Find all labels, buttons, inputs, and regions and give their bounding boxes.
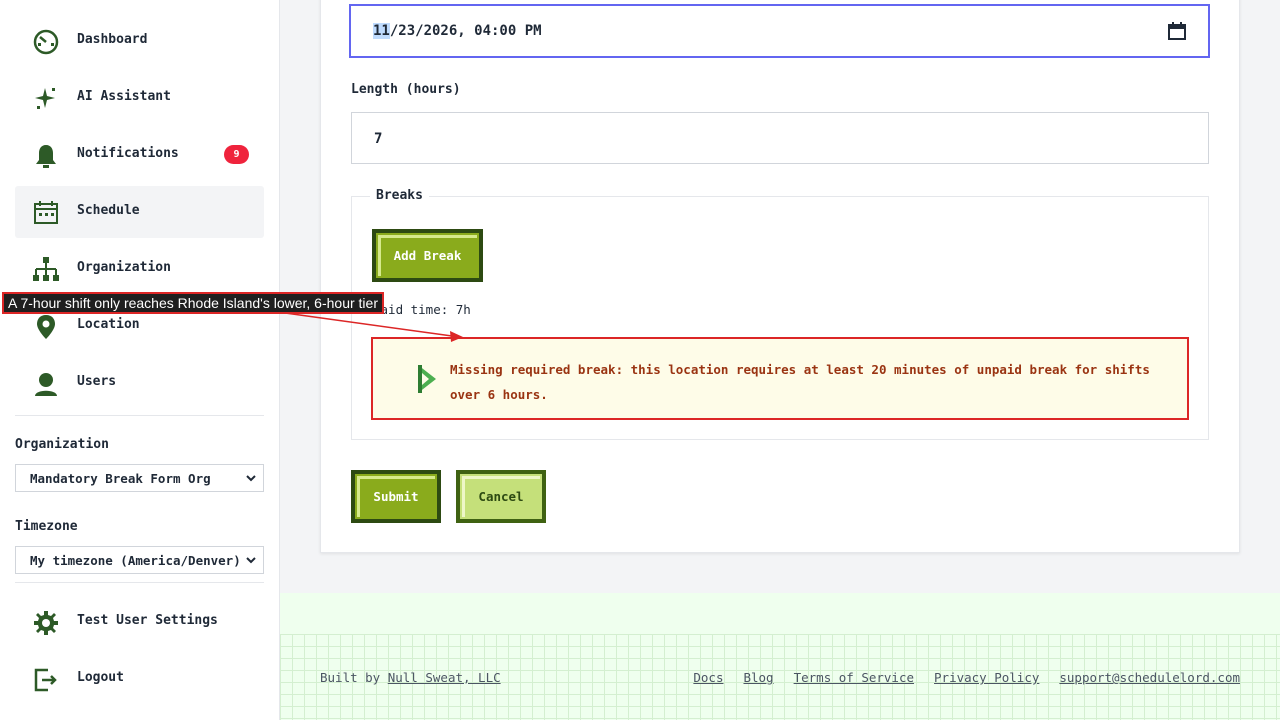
logout-link[interactable]: Logout [15,653,264,705]
calendar-picker-icon[interactable] [1168,22,1186,44]
length-input[interactable]: 7 [351,112,1209,164]
footer-link-privacy[interactable]: Privacy Policy [934,670,1039,685]
footer-link-blog[interactable]: Blog [743,670,773,685]
submit-button[interactable]: Submit [351,470,441,523]
chevron-down-icon [245,554,257,569]
org-chart-icon [32,256,60,284]
sparkle-icon [32,85,60,113]
logout-icon [32,666,60,694]
sidebar-divider [15,415,264,416]
user-icon [32,370,60,398]
footer-link-support-email[interactable]: support@schedulelord.com [1059,670,1240,685]
datetime-value: 11/23/2026, 04:00 PM [373,23,542,39]
sidebar-item-label: Schedule [77,203,140,218]
footer-credit: Built by Null Sweat, LLC [320,670,501,685]
paid-time-text: Paid time: 7h [373,302,471,317]
bell-icon [32,142,60,170]
built-by-prefix: Built by [320,670,388,685]
organization-label: Organization [15,437,109,452]
footer-links: Docs Blog Terms of Service Privacy Polic… [693,670,1240,685]
missing-break-alert: Missing required break: this location re… [371,337,1189,420]
datetime-rest: /23/2026, 04:00 PM [389,23,542,39]
alert-message: Missing required break: this location re… [450,362,1150,402]
calendar-icon [32,199,60,227]
sidebar-item-ai-assistant[interactable]: AI Assistant [15,72,264,124]
datetime-month-segment[interactable]: 11 [373,23,390,39]
settings-label: Test User Settings [77,613,218,628]
sidebar-item-organization[interactable]: Organization [15,243,264,295]
sidebar-item-dashboard[interactable]: Dashboard [15,15,264,67]
timezone-select-value: My timezone (America/Denver) [30,552,241,568]
sidebar-divider [15,582,264,583]
sidebar-item-label: Notifications [77,146,179,161]
sidebar-item-notifications[interactable]: Notifications 9 [15,129,264,181]
footer-link-docs[interactable]: Docs [693,670,723,685]
sidebar: Dashboard AI Assistant Notifications 9 S… [0,0,280,720]
logout-label: Logout [77,670,124,685]
sidebar-item-label: AI Assistant [77,89,171,104]
breaks-legend: Breaks [370,188,429,203]
notification-count-badge: 9 [224,145,249,164]
timezone-select[interactable]: My timezone (America/Denver) [15,546,264,574]
cancel-button[interactable]: Cancel [456,470,546,523]
shift-start-datetime-input[interactable]: 11/23/2026, 04:00 PM [349,4,1210,58]
sidebar-item-label: Dashboard [77,32,148,47]
length-value: 7 [374,131,383,147]
warning-arrow-icon [416,363,438,399]
footer: Built by Null Sweat, LLC Docs Blog Terms… [280,593,1280,720]
annotation-callout: A 7-hour shift only reaches Rhode Island… [2,292,384,314]
add-break-button[interactable]: Add Break [372,229,483,282]
location-pin-icon [32,313,60,341]
test-user-settings-link[interactable]: Test User Settings [15,596,264,648]
chevron-down-icon [245,472,257,487]
organization-select[interactable]: Mandatory Break Form Org [15,464,264,492]
null-sweat-link[interactable]: Null Sweat, LLC [388,670,501,685]
sidebar-item-label: Location [77,317,140,332]
organization-select-value: Mandatory Break Form Org [30,470,211,486]
length-label: Length (hours) [351,82,461,97]
footer-band [280,593,1280,634]
sidebar-item-users[interactable]: Users [15,357,264,409]
gear-icon [32,609,60,637]
sidebar-item-label: Users [77,374,117,389]
footer-link-terms[interactable]: Terms of Service [794,670,914,685]
timezone-label: Timezone [15,519,78,534]
sidebar-item-label: Organization [77,260,171,275]
sidebar-item-schedule[interactable]: Schedule [15,186,264,238]
dashboard-icon [32,28,60,56]
